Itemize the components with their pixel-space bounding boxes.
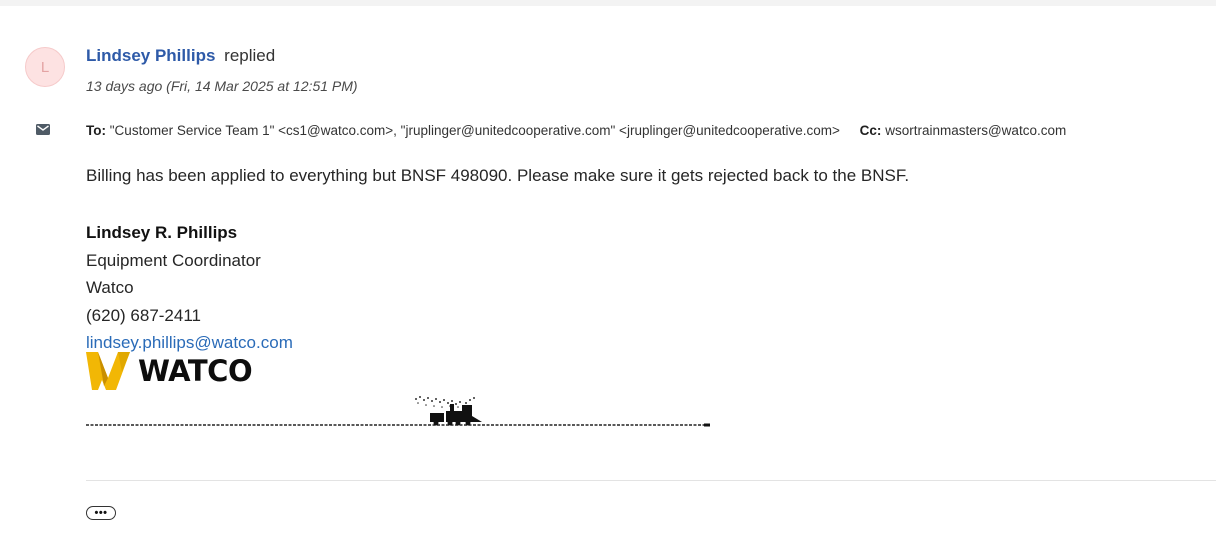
to-recipients[interactable]: "Customer Service Team 1" <cs1@watco.com… [110, 123, 840, 138]
sender-name-link[interactable]: Lindsey Phillips [86, 46, 215, 65]
recipients-line: To: "Customer Service Team 1" <cs1@watco… [86, 123, 1066, 138]
train-track-graphic [86, 396, 710, 427]
signature: Lindsey R. Phillips Equipment Coordinato… [86, 219, 909, 357]
top-bar [0, 0, 1216, 6]
show-more-button[interactable]: ••• [86, 506, 116, 520]
to-label: To: [86, 123, 106, 138]
watco-logo-text: WATCO [138, 354, 253, 388]
avatar[interactable]: L [25, 47, 65, 87]
signature-name: Lindsey R. Phillips [86, 223, 238, 242]
message-body: Billing has been applied to everything b… [86, 165, 909, 357]
watco-logo: WATCO [86, 352, 266, 392]
cc-label: Cc: [859, 123, 882, 138]
message-text: Billing has been applied to everything b… [86, 166, 910, 185]
timestamp: 13 days ago (Fri, 14 Mar 2025 at 12:51 P… [86, 78, 358, 94]
more-dots-icon: ••• [94, 507, 108, 519]
avatar-initial: L [40, 58, 50, 76]
watco-logo-mark [86, 352, 130, 390]
cc-recipients[interactable]: wsortrainmasters@watco.com [885, 123, 1066, 138]
sender-action: replied [224, 46, 276, 65]
sender-line: Lindsey Phillips replied [86, 46, 275, 66]
mail-icon [36, 124, 50, 135]
divider [86, 480, 1216, 481]
signature-title: Equipment Coordinator [86, 250, 261, 270]
signature-phone: (620) 687-2411 [86, 305, 201, 325]
signature-company: Watco [86, 278, 134, 297]
